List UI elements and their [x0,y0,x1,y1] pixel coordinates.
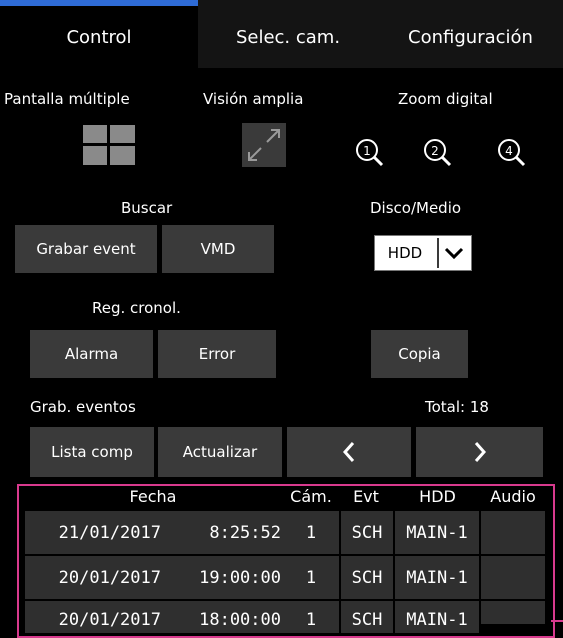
cell-datetime: 21/01/2017 8:25:52 [25,511,291,554]
tab-configuration[interactable]: Configuración [378,6,563,68]
cell-datetime: 20/01/2017 18:00:00 [25,601,291,633]
timeline-label: Reg. cronol. [92,299,181,317]
search-label: Buscar [121,199,173,217]
tab-select-camera[interactable]: Selec. cam. [198,6,378,68]
refresh-button[interactable]: Actualizar [158,427,282,477]
cell-event: SCH [341,556,393,599]
header-audio: Audio [490,487,536,506]
digital-zoom-label: Zoom digital [398,90,493,108]
svg-text:4: 4 [505,144,513,158]
cell-event: SCH [341,511,393,554]
previous-page-button[interactable] [287,427,411,477]
cell-audio [481,601,545,624]
full-list-button[interactable]: Lista comp [30,427,154,477]
cell-hdd: MAIN-1 [395,601,479,633]
header-hdd: HDD [419,487,456,506]
disk-select-value: HDD [387,244,423,262]
chevron-left-icon [342,442,355,462]
cell-hdd: MAIN-1 [395,556,479,599]
error-button[interactable]: Error [158,330,276,378]
vmd-button[interactable]: VMD [162,225,274,273]
total-count: Total: 18 [425,398,489,416]
cell-datetime: 20/01/2017 19:00:00 [25,556,291,599]
cell-audio [481,511,545,554]
alarm-button[interactable]: Alarma [30,330,153,378]
svg-text:2: 2 [431,144,439,158]
callout-line [551,620,563,622]
record-event-button[interactable]: Grabar event [15,225,157,273]
wide-view-label: Visión amplia [203,90,304,108]
chevron-down-icon[interactable] [437,238,469,268]
multi-screen-label: Pantalla múltiple [4,90,130,108]
cell-event: SCH [341,601,393,633]
zoom-x4-icon[interactable]: 4 [497,138,527,168]
copy-button[interactable]: Copia [371,330,468,378]
event-recordings-label: Grab. eventos [30,398,136,416]
multi-screen-grid-icon[interactable] [83,125,135,165]
tab-control[interactable]: Control [0,6,198,68]
disk-select[interactable]: HDD [374,235,472,271]
next-page-button[interactable] [416,427,543,477]
expand-arrows-icon[interactable] [242,123,286,167]
zoom-x2-icon[interactable]: 2 [423,138,453,168]
header-camera: Cám. [290,487,332,506]
cell-camera: 1 [283,601,339,633]
header-event: Evt [353,487,379,506]
svg-text:1: 1 [363,144,371,158]
zoom-x1-icon[interactable]: 1 [355,138,385,168]
cell-camera: 1 [283,511,339,554]
cell-audio [481,556,545,599]
cell-hdd: MAIN-1 [395,511,479,554]
header-date: Fecha [129,487,177,506]
disk-media-label: Disco/Medio [370,199,462,217]
cell-camera: 1 [283,556,339,599]
chevron-right-icon [474,442,486,462]
